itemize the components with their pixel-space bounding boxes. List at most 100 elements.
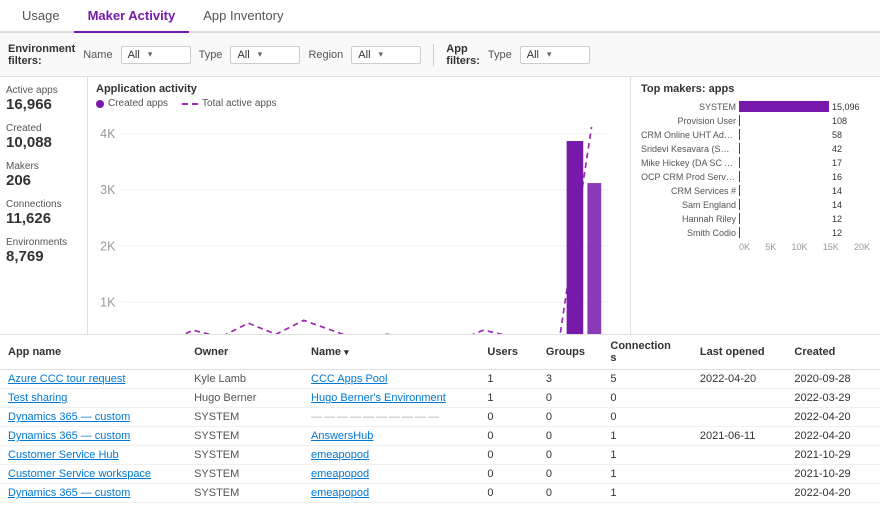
stat-created-value: 10,088 (6, 134, 81, 151)
maker-row-mike: Mike Hickey (DA SC ACT) 17 (641, 157, 870, 168)
col-users: Users (479, 335, 537, 370)
env-link[interactable]: AnswersHub (311, 430, 373, 442)
data-table: App name Owner Name ▾ Users Groups Conne… (0, 335, 880, 503)
cell-last-opened (692, 446, 787, 465)
legend-total: Total active apps (182, 98, 277, 109)
cell-groups: 0 (538, 446, 602, 465)
maker-bar-sam (739, 199, 740, 210)
table-section: App name Owner Name ▾ Users Groups Conne… (0, 335, 880, 520)
cell-name: —————————— (303, 408, 479, 427)
tab-maker-activity[interactable]: Maker Activity (74, 0, 190, 33)
table-row: Azure CCC tour request Kyle Lamb CCC App… (0, 370, 880, 389)
env-link[interactable]: emeapopod (311, 468, 369, 480)
region-filter-select[interactable]: All ▾ (351, 46, 421, 64)
cell-app-name: Dynamics 365 — custom (0, 484, 186, 503)
maker-name-crm-services: CRM Services # (641, 186, 736, 196)
type-filter-value: All (237, 49, 249, 61)
name-sort-indicator[interactable]: ▾ (344, 347, 349, 357)
app-name-link[interactable]: Dynamics 365 — custom (8, 411, 130, 423)
stats-panel: Active apps 16,966 Created 10,088 Makers… (0, 77, 88, 334)
type-filter-select[interactable]: All ▾ (230, 46, 300, 64)
cell-app-name: Dynamics 365 — custom (0, 408, 186, 427)
app-name-link[interactable]: Azure CCC tour request (8, 373, 125, 385)
cell-connections: 5 (602, 370, 691, 389)
maker-bar-crm-services (739, 185, 740, 196)
cell-app-name: Test sharing (0, 389, 186, 408)
maker-bar-smith (739, 227, 740, 238)
cell-created: 2022-04-20 (786, 427, 880, 446)
app-type-filter-value: All (527, 49, 539, 61)
type-filter-label: Type (199, 49, 223, 61)
cell-users: 1 (479, 389, 537, 408)
name-filter-value: All (128, 49, 140, 61)
maker-row-sridevi: Sridevi Kesavara (SC-ACT) 42 (641, 143, 870, 154)
stat-connections: Connections 11,626 (6, 199, 81, 227)
maker-bar-provision (739, 115, 740, 126)
cell-app-name: Dynamics 365 — custom (0, 427, 186, 446)
app-name-link[interactable]: Customer Service Hub (8, 449, 119, 461)
app-type-filter-select[interactable]: All ▾ (520, 46, 590, 64)
cell-app-name: Azure CCC tour request (0, 370, 186, 389)
cell-connections: 0 (602, 408, 691, 427)
region-filter-chevron: ▾ (379, 49, 384, 60)
col-groups: Groups (538, 335, 602, 370)
stat-active-apps-title: Active apps (6, 85, 81, 96)
maker-value-ocp: 16 (832, 172, 870, 182)
stat-makers-title: Makers (6, 161, 81, 172)
cell-groups: 0 (538, 389, 602, 408)
cell-owner: SYSTEM (186, 484, 303, 503)
cell-groups: 3 (538, 370, 602, 389)
cell-owner: SYSTEM (186, 408, 303, 427)
maker-value-crm-services: 14 (832, 186, 870, 196)
app-name-link[interactable]: Dynamics 365 — custom (8, 430, 130, 442)
svg-text:3K: 3K (100, 183, 116, 197)
cell-users: 0 (479, 408, 537, 427)
cell-groups: 0 (538, 427, 602, 446)
maker-value-crm-admin: 58 (832, 130, 870, 140)
cell-created: 2021-10-29 (786, 446, 880, 465)
cell-connections: 1 (602, 484, 691, 503)
makers-axis: 0K5K10K15K20K (641, 242, 870, 252)
maker-value-sam: 14 (832, 200, 870, 210)
maker-value-hannah: 12 (832, 214, 870, 224)
name-filter-select[interactable]: All ▾ (121, 46, 191, 64)
legend-total-label: Total active apps (202, 98, 277, 109)
app-name-link[interactable]: Test sharing (8, 392, 67, 404)
tab-usage[interactable]: Usage (8, 0, 74, 33)
cell-users: 0 (479, 427, 537, 446)
name-filter-label: Name (83, 49, 112, 61)
filter-bar: Environmentfilters: Name All ▾ Type All … (0, 33, 880, 77)
region-filter-value: All (358, 49, 370, 61)
env-link[interactable]: emeapopod (311, 449, 369, 461)
environment-filters-label: Environmentfilters: (8, 43, 75, 67)
cell-app-name: Customer Service workspace (0, 465, 186, 484)
col-created: Created (786, 335, 880, 370)
cell-last-opened: 2021-06-11 (692, 427, 787, 446)
app-name-link[interactable]: Dynamics 365 — custom (8, 487, 130, 499)
maker-row-crm-services: CRM Services # 14 (641, 185, 870, 196)
cell-connections: 1 (602, 465, 691, 484)
stat-makers: Makers 206 (6, 161, 81, 189)
env-link[interactable]: CCC Apps Pool (311, 373, 387, 385)
maker-bar-ocp (739, 171, 740, 182)
legend-total-dash (182, 103, 198, 105)
app-type-filter-label: Type (488, 49, 512, 61)
env-link[interactable]: Hugo Berner's Environment (311, 392, 446, 404)
svg-text:2K: 2K (100, 239, 116, 253)
cell-users: 0 (479, 446, 537, 465)
maker-row-system: SYSTEM 15,096 (641, 101, 870, 112)
legend-created: Created apps (96, 98, 168, 109)
cell-created: 2022-03-29 (786, 389, 880, 408)
env-link[interactable]: emeapopod (311, 487, 369, 499)
cell-name: emeapopod (303, 465, 479, 484)
cell-groups: 0 (538, 484, 602, 503)
tab-app-inventory[interactable]: App Inventory (189, 0, 297, 33)
filter-divider (433, 44, 434, 66)
maker-row-ocp: OCP CRM Prod Service A... 16 (641, 171, 870, 182)
col-name: Name ▾ (303, 335, 479, 370)
app-name-link[interactable]: Customer Service workspace (8, 468, 151, 480)
stat-environments-value: 8,769 (6, 248, 81, 265)
makers-panel: Top makers: apps SYSTEM 15,096 Provision… (630, 77, 880, 334)
chart-svg: 4K 3K 2K 1K 0K (96, 113, 622, 334)
col-app-name: App name (0, 335, 186, 370)
